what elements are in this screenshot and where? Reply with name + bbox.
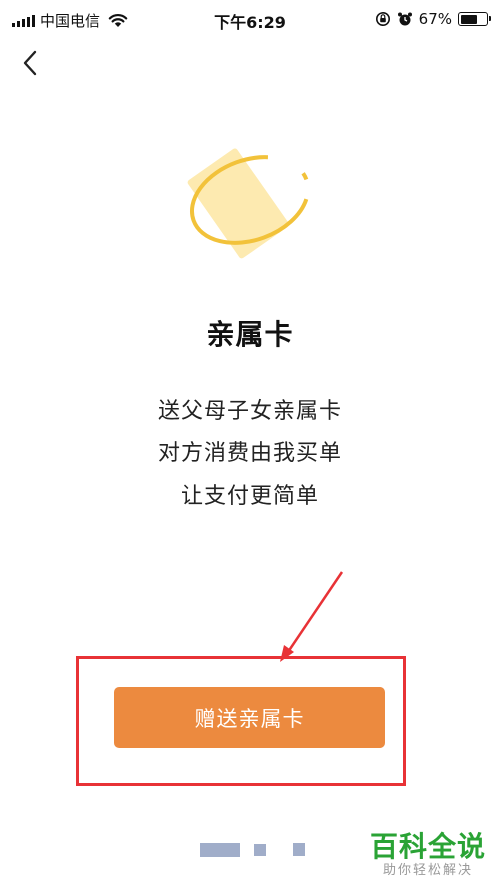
status-right: 67% — [375, 10, 491, 28]
page-title: 亲属卡 — [206, 318, 294, 351]
rotation-lock-icon — [375, 12, 390, 26]
family-card-illustration — [187, 148, 311, 259]
description-line-1: 送父母子女亲属卡 — [157, 399, 342, 424]
watermark-logo: 百科全说 助你轻松解决 — [370, 832, 486, 880]
back-chevron-icon[interactable] — [16, 48, 46, 78]
battery-fill — [460, 14, 478, 24]
gift-family-card-button[interactable]: 赠送亲属卡 — [114, 687, 385, 748]
battery-percent: 67% — [418, 10, 452, 28]
battery-icon — [458, 12, 491, 26]
status-bar: 中国电信 下午6:29 67% — [0, 0, 500, 40]
alarm-icon — [397, 12, 412, 26]
watermark-main-text: 百科全说 — [369, 830, 486, 863]
watermark-sub-text: 助你轻松解决 — [382, 863, 473, 878]
description-line-2: 对方消费由我买单 — [157, 441, 342, 466]
description-line-3: 让支付更简单 — [180, 484, 319, 509]
